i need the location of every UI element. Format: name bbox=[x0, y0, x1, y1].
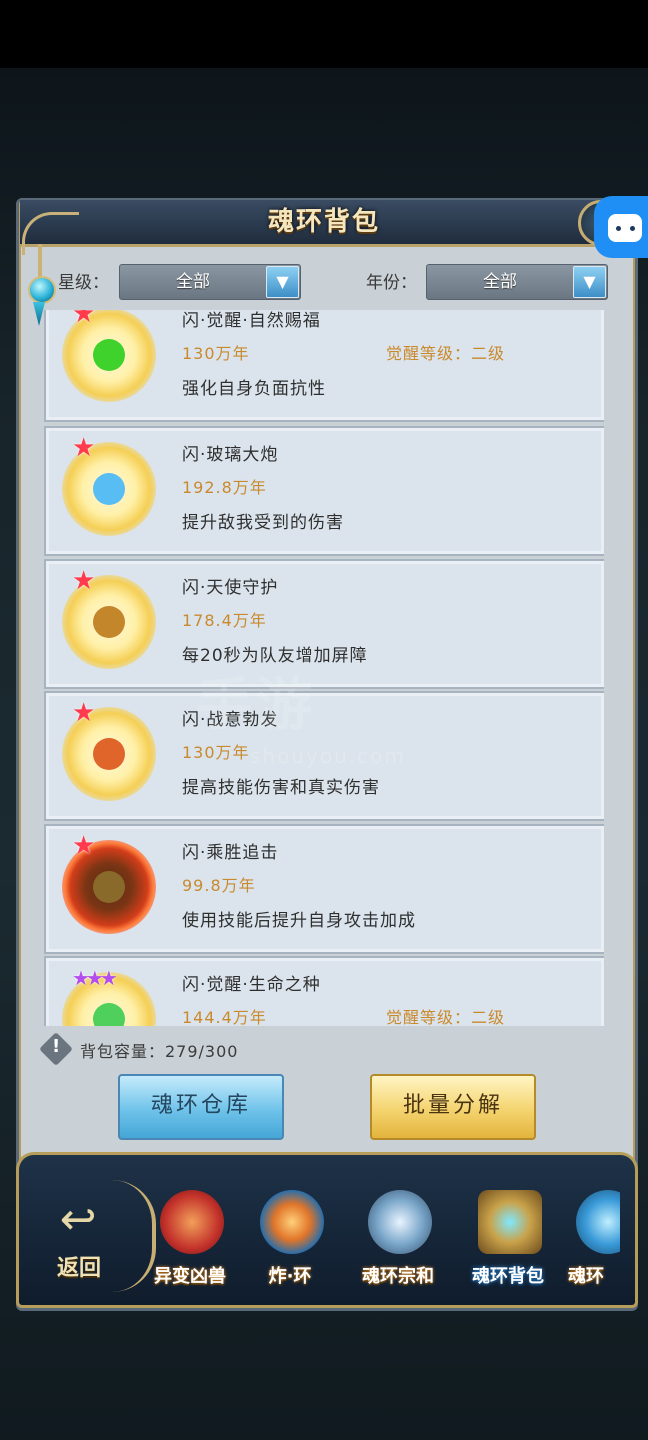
watermark: 手游 bbox=[196, 673, 316, 738]
soul-ring-warehouse-button[interactable]: 魂环仓库 bbox=[118, 1074, 284, 1140]
item-name: 闪·觉醒·生命之种 bbox=[182, 975, 321, 995]
item-years: 192.8万年 bbox=[182, 478, 267, 497]
gem-pendant-icon bbox=[28, 276, 56, 304]
year-filter-dropdown[interactable]: 全部 ▼ bbox=[426, 264, 608, 300]
chevron-down-icon[interactable]: ▼ bbox=[266, 266, 299, 298]
star-icon: ★ bbox=[72, 566, 96, 596]
item-name: 闪·玻璃大炮 bbox=[182, 445, 279, 465]
item-description: 使用技能后提升自身攻击加成 bbox=[182, 911, 416, 931]
list-item[interactable]: ★★★ 闪·觉醒·生命之种 144.4万年 觉醒等级：二级 bbox=[44, 956, 604, 1026]
star-icon: ★ bbox=[72, 698, 96, 728]
star-icon: ★ bbox=[72, 831, 96, 861]
nav-item-ring-fusion[interactable]: 魂环宗和 bbox=[348, 1186, 448, 1290]
back-arrow-icon: ↩ bbox=[59, 1194, 97, 1245]
item-awaken-level: 觉醒等级：二级 bbox=[386, 344, 506, 363]
nav-label: 魂环背包 bbox=[472, 1266, 544, 1287]
year-filter-label: 年份： bbox=[366, 273, 417, 293]
angel-mask-icon bbox=[93, 606, 125, 638]
item-description: 强化自身负面抗性 bbox=[182, 379, 326, 399]
item-awaken-level: 觉醒等级：二级 bbox=[386, 1008, 506, 1026]
back-button[interactable]: ↩ 返回 bbox=[34, 1190, 124, 1290]
item-description: 提高技能伤害和真实伤害 bbox=[182, 778, 380, 798]
star-icon: ★ bbox=[72, 310, 96, 329]
page-title: 魂环背包 bbox=[267, 207, 380, 237]
nav-item-mutant-beast[interactable]: 异变凶兽 bbox=[140, 1186, 240, 1290]
item-years: 144.4万年 bbox=[182, 1008, 267, 1026]
item-years: 130万年 bbox=[182, 743, 250, 762]
star-filter-dropdown[interactable]: 全部 ▼ bbox=[119, 264, 301, 300]
item-years: 99.8万年 bbox=[182, 876, 256, 895]
list-item[interactable]: ★ 闪·天使守护 178.4万年 每20秒为队友增加屏障 bbox=[44, 559, 604, 689]
back-label: 返回 bbox=[56, 1256, 101, 1281]
bot-face bbox=[608, 214, 642, 242]
watermark-url: shouyou.com bbox=[250, 744, 406, 768]
bag-icon bbox=[478, 1190, 542, 1254]
nav-item-ring-bag[interactable]: 魂环背包 bbox=[458, 1186, 558, 1290]
bag-capacity: 背包容量：279/300 bbox=[80, 1042, 239, 1061]
chevron-down-icon[interactable]: ▼ bbox=[573, 266, 606, 298]
fist-icon bbox=[93, 871, 125, 903]
ring-burst-icon bbox=[260, 1190, 324, 1254]
game-screen: 魂环背包 ✕ 星级： 全部 ▼ 年份： 全部 ▼ ★ 闪·觉醒·自然赐福 130… bbox=[0, 0, 648, 1440]
nav-label: 魂环宗和 bbox=[362, 1266, 434, 1287]
list-item[interactable]: ★ 闪·玻璃大炮 192.8万年 提升敌我受到的伤害 bbox=[44, 426, 604, 556]
item-years: 178.4万年 bbox=[182, 611, 267, 630]
pendant-chain bbox=[38, 244, 42, 278]
beast-icon bbox=[160, 1190, 224, 1254]
item-name: 闪·觉醒·自然赐福 bbox=[182, 311, 321, 331]
item-description: 提升敌我受到的伤害 bbox=[182, 513, 344, 533]
star-icon: ★ bbox=[72, 433, 96, 463]
list-item[interactable]: ★ 闪·觉醒·自然赐福 130万年 觉醒等级：二级 强化自身负面抗性 bbox=[44, 310, 604, 422]
nav-item-ring-burst[interactable]: 炸·环 bbox=[240, 1186, 340, 1290]
year-filter-value: 全部 bbox=[483, 272, 517, 292]
lion-head-icon bbox=[93, 738, 125, 770]
batch-decompose-button[interactable]: 批量分解 bbox=[370, 1074, 536, 1140]
star-filter-value: 全部 bbox=[176, 272, 210, 292]
nav-item-ring[interactable]: 魂环 bbox=[560, 1186, 620, 1290]
item-years: 130万年 bbox=[182, 344, 250, 363]
trident-icon bbox=[368, 1190, 432, 1254]
list-item[interactable]: ★ 闪·乘胜追击 99.8万年 使用技能后提升自身攻击加成 bbox=[44, 824, 604, 954]
star-icon: ★★★ bbox=[72, 966, 118, 990]
nav-label: 炸·环 bbox=[268, 1266, 312, 1287]
star-filter-label: 星级： bbox=[58, 273, 109, 293]
item-name: 闪·天使守护 bbox=[182, 578, 279, 598]
bot-eye bbox=[616, 226, 621, 231]
exclamation-icon: ! bbox=[52, 1036, 61, 1057]
clover-icon bbox=[93, 339, 125, 371]
bot-eye bbox=[630, 226, 635, 231]
glass-cannon-icon bbox=[93, 473, 125, 505]
nav-label: 魂环 bbox=[568, 1266, 604, 1287]
ring-icon bbox=[576, 1190, 620, 1254]
seed-icon bbox=[93, 1003, 125, 1026]
item-name: 闪·乘胜追击 bbox=[182, 843, 279, 863]
soul-ring-list[interactable]: ★ 闪·觉醒·自然赐福 130万年 觉醒等级：二级 强化自身负面抗性 ★ 闪·玻… bbox=[44, 310, 604, 1026]
status-bar bbox=[0, 0, 648, 68]
